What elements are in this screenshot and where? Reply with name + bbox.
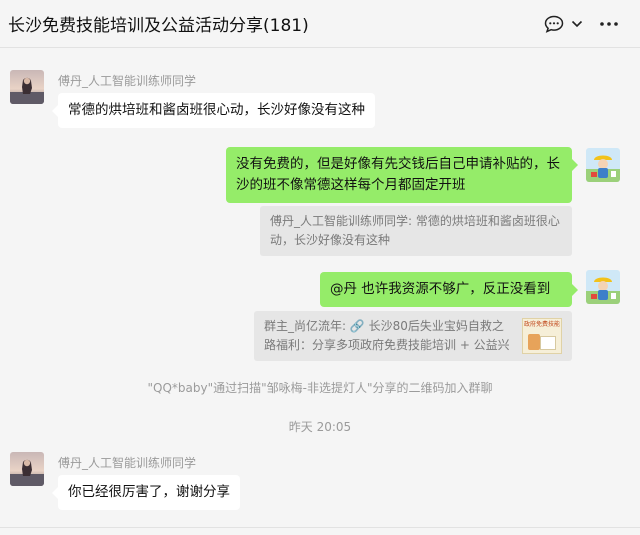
message-text: 没有免费的，但是好像有先交钱后自己申请补贴的，长沙的班不像常德这样每个月都固定开… <box>236 156 560 193</box>
quoted-text: 群主_尚亿流年: 🔗 长沙80后失业宝妈自救之路福利：分享多项政府免费技能培训 … <box>264 319 510 352</box>
message-bubble-self[interactable]: @丹 也许我资源不够广，反正没看到 <box>320 272 578 307</box>
link-thumbnail-text: 政府免费技能 <box>523 321 560 328</box>
timestamp: 昨天 20:05 <box>288 420 352 434</box>
chat-bubble-icon[interactable] <box>543 14 565 34</box>
avatar-self[interactable] <box>586 270 620 304</box>
quoted-link-message[interactable]: 群主_尚亿流年: 🔗 长沙80后失业宝妈自救之路福利：分享多项政府免费技能培训 … <box>254 311 572 361</box>
chevron-down-icon[interactable] <box>570 14 584 34</box>
message-bubble[interactable]: 你已经很厉害了，谢谢分享 <box>52 475 240 510</box>
sender-name: 傅丹_人工智能训练师同学 <box>58 74 197 88</box>
divider <box>0 527 640 528</box>
message-bubble[interactable]: 常德的烘培班和酱卤班很心动，长沙好像没有这种 <box>52 93 375 128</box>
message-text: 你已经很厉害了，谢谢分享 <box>68 484 230 500</box>
quoted-message[interactable]: 傅丹_人工智能训练师同学: 常德的烘培班和酱卤班很心动，长沙好像没有这种 <box>260 206 572 256</box>
message-bubble-self[interactable]: 没有免费的，但是好像有先交钱后自己申请补贴的，长沙的班不像常德这样每个月都固定开… <box>226 147 578 203</box>
message-text: @丹 也许我资源不够广，反正没看到 <box>330 281 551 297</box>
message-text: 常德的烘培班和酱卤班很心动，长沙好像没有这种 <box>68 102 365 118</box>
link-thumbnail: 政府免费技能 <box>522 318 562 354</box>
avatar[interactable] <box>10 70 44 104</box>
system-notice: "QQ*baby"通过扫描"邹咏梅-非选提灯人"分享的二维码加入群聊 <box>147 381 493 395</box>
more-icon[interactable] <box>597 14 621 34</box>
chat-title: 长沙免费技能培训及公益活动分享(181) <box>8 16 309 36</box>
message-list[interactable]: 傅丹_人工智能训练师同学 常德的烘培班和酱卤班很心动，长沙好像没有这种 没有免费… <box>0 48 640 528</box>
sender-name: 傅丹_人工智能训练师同学 <box>58 456 197 470</box>
quoted-text: 傅丹_人工智能训练师同学: 常德的烘培班和酱卤班很心动，长沙好像没有这种 <box>270 214 560 247</box>
avatar-self[interactable] <box>586 148 620 182</box>
chat-header: 长沙免费技能培训及公益活动分享(181) <box>0 0 640 48</box>
avatar[interactable] <box>10 452 44 486</box>
